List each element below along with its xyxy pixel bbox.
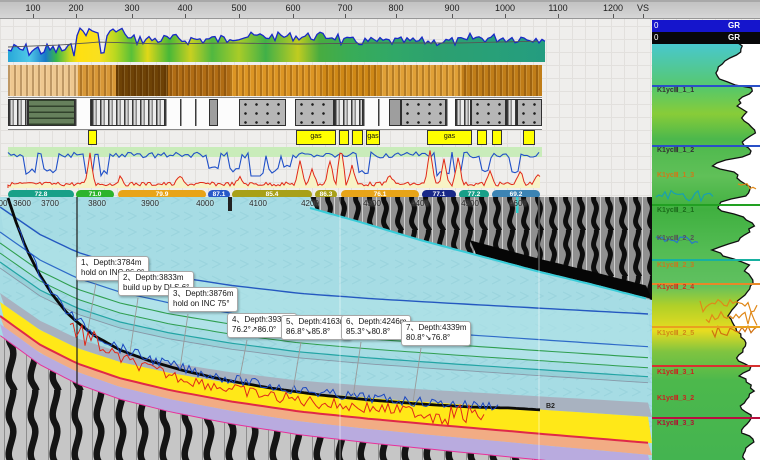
annotation-detail: hold on INC 75° bbox=[173, 299, 233, 309]
annotation-depth: 5、Depth:4163m bbox=[286, 317, 346, 327]
formation-top-line bbox=[652, 365, 760, 367]
formation-top-label: K1ycⅢ_2_4 bbox=[657, 283, 694, 291]
formation-top-line bbox=[652, 326, 760, 328]
formation-top-label: K1ycⅢ_2_2 bbox=[657, 234, 694, 242]
geosteering-app: 100200300400500600700800900100011001200V… bbox=[0, 0, 760, 460]
annotation-depth: 1、Depth:3784m bbox=[81, 258, 144, 268]
annotation-depth: 2、Depth:3833m bbox=[123, 273, 189, 283]
formation-top-label: K1ycⅢ_1_2 bbox=[657, 146, 694, 154]
target-point-label: B2 bbox=[546, 403, 555, 410]
formation-top-label: K1ycⅢ_1_1 bbox=[657, 86, 694, 94]
annotation-detail: 86.8°↘85.8° bbox=[286, 327, 346, 337]
seismic-section[interactable]: 0036003700380039004000410042004300440045… bbox=[0, 197, 652, 460]
gr-header-secondary: 0 GR bbox=[652, 32, 760, 44]
annotation-depth: 6、Depth:4246m bbox=[346, 317, 406, 327]
formation-top-label: K1ycⅢ_1_3 bbox=[657, 171, 694, 179]
formation-top-label: K1ycⅢ_2_3 bbox=[657, 261, 694, 269]
annotation-depth: 7、Depth:4339m bbox=[406, 323, 466, 333]
formation-top-label: K1ycⅢ_2_1 bbox=[657, 206, 694, 214]
formation-top-label: K1ycⅢ_3_1 bbox=[657, 368, 694, 376]
annotation-depth: 3、Depth:3876m bbox=[173, 289, 233, 299]
formation-top-label: K1ycⅢ_2_5 bbox=[657, 329, 694, 337]
gr-curve-name: GR bbox=[728, 32, 740, 44]
gr-scale-min: 0 bbox=[654, 20, 658, 32]
trajectory-annotation[interactable]: 3、Depth:3876mhold on INC 75° bbox=[168, 287, 238, 312]
formation-top-label: K1ycⅢ_3_3 bbox=[657, 419, 694, 427]
trajectory-annotation[interactable]: 7、Depth:4339m80.8°↘76.8° bbox=[401, 321, 471, 346]
gr-header-primary: 0 GR bbox=[652, 20, 760, 32]
annotation-detail: 80.8°↘76.8° bbox=[406, 333, 466, 343]
formation-top-label: K1ycⅢ_3_2 bbox=[657, 394, 694, 402]
gr-curve-name: GR bbox=[728, 20, 740, 32]
annotation-layer: 1、Depth:3784mhold on INC 86.0°2、Depth:38… bbox=[0, 0, 652, 460]
gr-correlation-panel[interactable] bbox=[652, 0, 760, 460]
gr-scale-min: 0 bbox=[654, 32, 658, 44]
annotation-detail: 85.3°↘80.8° bbox=[346, 327, 406, 337]
